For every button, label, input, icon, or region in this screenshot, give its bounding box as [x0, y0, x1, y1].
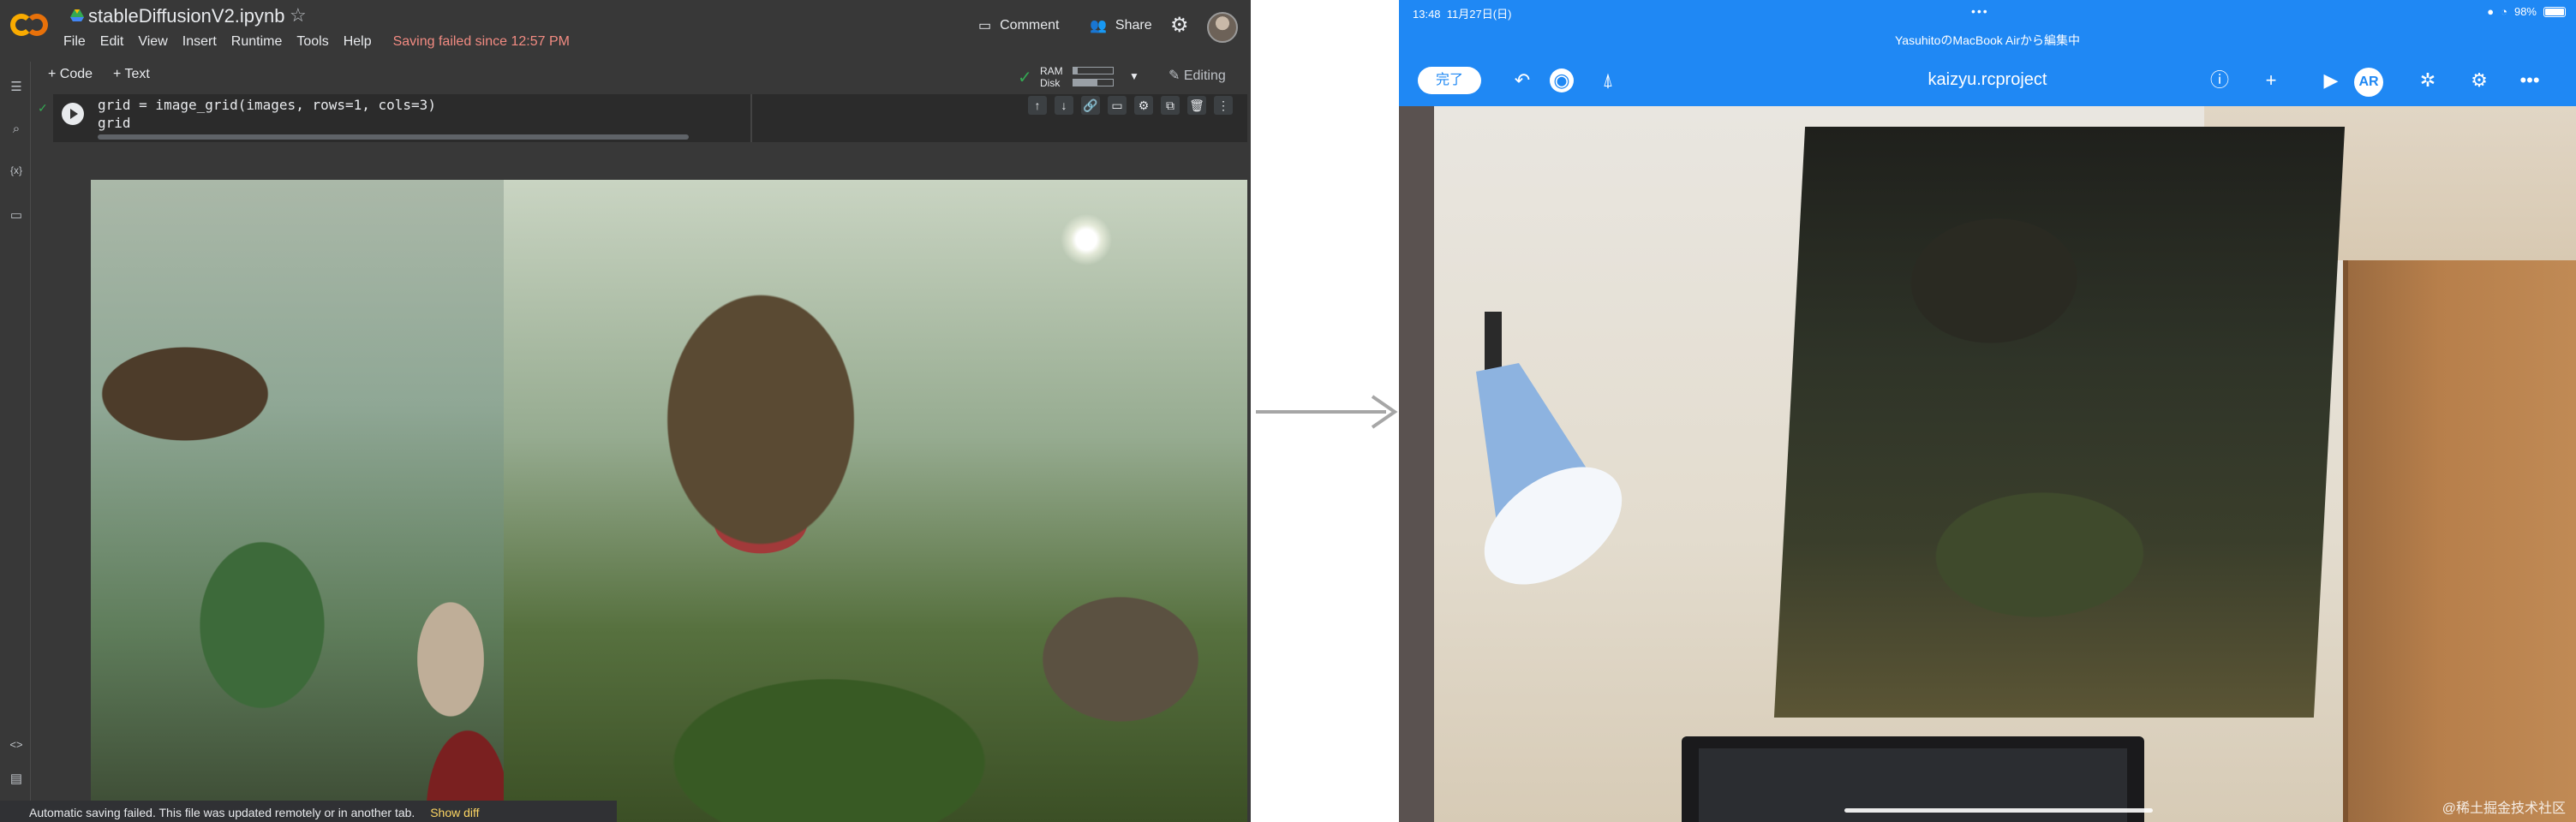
settings-gear-icon[interactable]: ⚙ — [2467, 68, 2491, 92]
info-icon[interactable]: ⓘ — [2208, 68, 2232, 92]
mirror-cell-icon[interactable]: ⧉ — [1161, 96, 1180, 115]
colab-header: stableDiffusionV2.ipynb ☆ File Edit View… — [0, 0, 1251, 58]
move-up-icon[interactable]: ↑ — [1028, 96, 1047, 115]
menu-help[interactable]: Help — [344, 34, 372, 50]
ar-camera-view[interactable] — [1399, 106, 2576, 822]
wifi-icon: ◔ — [2501, 5, 2507, 18]
drive-icon — [70, 9, 84, 21]
menu-bar: File Edit View Insert Runtime Tools Help… — [63, 34, 570, 50]
generated-image-dinosaur-family — [91, 180, 504, 822]
notebook-toolbar: + Code + Text ✓ RAM Disk ▼ ✎ Editing ⌃ — [38, 62, 1251, 92]
variables-icon[interactable]: {x} — [8, 164, 25, 182]
ram-disk-indicator[interactable]: ✓ RAM Disk ▼ — [1018, 63, 1143, 91]
horizontal-scrollbar[interactable] — [98, 134, 689, 140]
add-icon[interactable]: + — [2259, 68, 2283, 92]
comment-label: Comment — [1000, 18, 1060, 33]
comment-cell-icon[interactable]: ▭ — [1108, 96, 1127, 115]
colab-logo[interactable] — [10, 14, 48, 36]
save-status[interactable]: Saving failed since 12:57 PM — [393, 34, 570, 50]
ipad-screen: 13:48 11月27日(日) ••• ● ◔ 98% YasuhitoのMac… — [1399, 0, 2576, 822]
ipad-top-bar: 13:48 11月27日(日) ••• ● ◔ 98% YasuhitoのMac… — [1399, 0, 2576, 106]
battery-percent: 98% — [2513, 5, 2537, 18]
comment-icon: ▭ — [978, 19, 992, 33]
arrow-shaft — [1256, 410, 1386, 414]
multitasking-dots-icon[interactable]: ••• — [1971, 4, 1989, 18]
delete-icon[interactable]: 🗑 — [1187, 96, 1206, 115]
status-time: 13:48 — [1413, 8, 1441, 21]
menu-file[interactable]: File — [63, 34, 86, 50]
home-indicator[interactable] — [1844, 808, 2153, 813]
cell-toolbar: ↑ ↓ 🔗 ▭ ⚙ ⧉ 🗑 ⋮ — [1028, 96, 1233, 115]
ram-bar — [1073, 67, 1114, 74]
add-code-button[interactable]: + Code — [48, 67, 93, 82]
cell-executed-check-icon: ✓ — [38, 101, 48, 115]
ram-label: RAM — [1040, 65, 1063, 77]
code-line: grid = image_grid(images, rows=1, cols=3… — [98, 97, 436, 113]
code-editor[interactable]: grid = image_grid(images, rows=1, cols=3… — [98, 96, 749, 132]
cell-divider — [750, 94, 752, 142]
toast-message: Automatic saving failed. This file was u… — [29, 806, 415, 819]
show-diff-link[interactable]: Show diff — [430, 806, 479, 819]
folder-icon[interactable]: ▭ — [8, 207, 25, 224]
battery-icon — [2543, 6, 2566, 17]
avatar[interactable] — [1207, 12, 1238, 43]
menu-insert[interactable]: Insert — [182, 34, 217, 50]
connected-check-icon: ✓ — [1018, 68, 1032, 87]
more-icon[interactable]: ••• — [2518, 68, 2542, 92]
menu-edit[interactable]: Edit — [100, 34, 124, 50]
desk-lamp — [1476, 312, 1623, 585]
code-snippets-icon[interactable]: <> — [8, 738, 25, 755]
more-vert-icon[interactable]: ⋮ — [1214, 96, 1233, 115]
editing-label: Editing — [1183, 68, 1226, 83]
run-cell-button[interactable] — [62, 103, 84, 125]
side-panel: ☰ ⌕ {x} ▭ <> ▤ — [0, 62, 31, 822]
arrow-right-icon — [1371, 395, 1398, 429]
menu-runtime[interactable]: Runtime — [231, 34, 283, 50]
pencil-icon: ✎ — [1168, 68, 1180, 83]
code-line: grid — [98, 115, 131, 131]
menu-view[interactable]: View — [138, 34, 167, 50]
add-text-button[interactable]: + Text — [113, 67, 150, 82]
menu-tools[interactable]: Tools — [296, 34, 328, 50]
chevron-down-icon[interactable]: ▼ — [1129, 70, 1139, 82]
cell-output — [91, 180, 1247, 822]
save-failed-toast: Automatic saving failed. This file was u… — [0, 801, 617, 822]
disk-label: Disk — [1040, 77, 1061, 89]
status-bar-right: ● ◔ 98% — [2487, 5, 2566, 18]
search-icon[interactable]: ⌕ — [8, 122, 25, 139]
cell-settings-icon[interactable]: ⚙ — [1134, 96, 1153, 115]
project-title: kaizyu.rcproject — [1928, 70, 2047, 89]
wooden-door — [2343, 260, 2576, 822]
editing-mode[interactable]: ✎ Editing — [1168, 67, 1226, 84]
terminal-icon[interactable]: ▤ — [8, 771, 25, 788]
move-down-icon[interactable]: ↓ — [1055, 96, 1073, 115]
3d-dinosaur-relief-model[interactable] — [1773, 127, 2346, 718]
toc-icon[interactable]: ☰ — [8, 79, 25, 96]
generated-image-trex-jungle — [504, 180, 1247, 822]
location-icon: ● — [2487, 5, 2495, 18]
edit-mode-icon[interactable]: ✲ — [2416, 68, 2440, 92]
notebook-title[interactable]: stableDiffusionV2.ipynb — [88, 5, 285, 27]
people-icon: 👥 — [1090, 19, 1107, 33]
share-button[interactable]: 👥 Share — [1090, 17, 1152, 34]
play-icon[interactable]: ▶ — [2319, 68, 2343, 92]
editing-from-banner: YasuhitoのMacBook Airから編集中 — [1894, 33, 2081, 47]
link-icon[interactable]: 🔗 — [1081, 96, 1100, 115]
ar-button[interactable]: AR — [2354, 68, 2383, 97]
share-label: Share — [1115, 18, 1152, 33]
settings-gear-icon[interactable]: ⚙ — [1170, 15, 1191, 36]
status-date: 11月27日(日) — [1446, 8, 1512, 21]
status-bar-time: 13:48 11月27日(日) — [1413, 5, 1511, 21]
disk-bar — [1073, 79, 1114, 86]
comment-button[interactable]: ▭ Comment — [978, 17, 1059, 34]
colab-window: stableDiffusionV2.ipynb ☆ File Edit View… — [0, 0, 1251, 822]
star-icon[interactable]: ☆ — [290, 4, 307, 27]
watermark: @稀土掘金技术社区 — [2442, 801, 2566, 816]
